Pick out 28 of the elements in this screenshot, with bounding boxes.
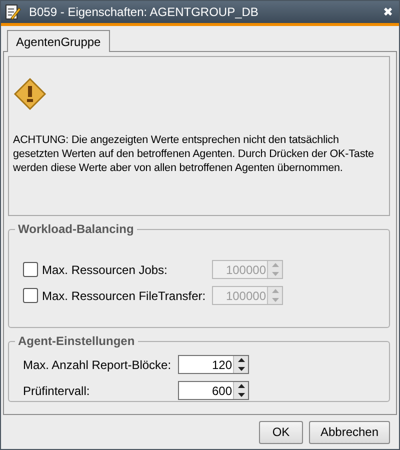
cancel-button[interactable]: Abbrechen xyxy=(309,420,390,444)
group-title: Workload-Balancing xyxy=(17,222,135,236)
field-label: Max. Anzahl Report-Blöcke: xyxy=(23,358,172,372)
up-arrow-icon xyxy=(238,358,244,362)
tab[interactable]: AgentenGruppe xyxy=(7,30,110,52)
number-spinner[interactable]: 120 xyxy=(178,355,249,374)
down-arrow-icon xyxy=(238,392,244,397)
number-spinner[interactable]: 600 xyxy=(178,381,249,400)
up-arrow-icon xyxy=(238,384,244,388)
warning-text: ACHTUNG: Die angezeigten Werte entsprechen nicht den tatsächlich gesetzten Werten auf den betroffenen Agenten. Durch Drücken der OK-Taste werden diese Werte aber von allen betroffenen Agenten übernommen. xyxy=(13,133,375,175)
warning-icon xyxy=(13,77,47,111)
down-arrow-icon xyxy=(238,366,244,371)
spin-up-button[interactable] xyxy=(234,356,248,364)
number-field[interactable]: 600 xyxy=(179,382,233,399)
group-title: Agent-Einstellungen xyxy=(17,334,136,348)
field-label: Max. Ressourcen FileTransfer: xyxy=(42,288,207,302)
up-arrow-icon xyxy=(272,289,278,294)
down-arrow-icon xyxy=(272,272,278,276)
window-title: B059 - Eigenschaften: AGENTGROUP_DB xyxy=(29,5,260,19)
up-arrow-icon xyxy=(272,263,278,268)
spin-up-button[interactable] xyxy=(234,382,248,390)
ok-button[interactable]: OK xyxy=(259,420,303,444)
down-arrow-icon xyxy=(272,298,278,302)
field-label: Prüfintervall: xyxy=(23,384,91,398)
document-pencil-icon xyxy=(5,4,21,20)
field-label: Max. Ressourcen Jobs: xyxy=(42,262,168,276)
close-button[interactable]: ✖ xyxy=(383,5,393,19)
number-field[interactable]: 120 xyxy=(179,356,233,373)
